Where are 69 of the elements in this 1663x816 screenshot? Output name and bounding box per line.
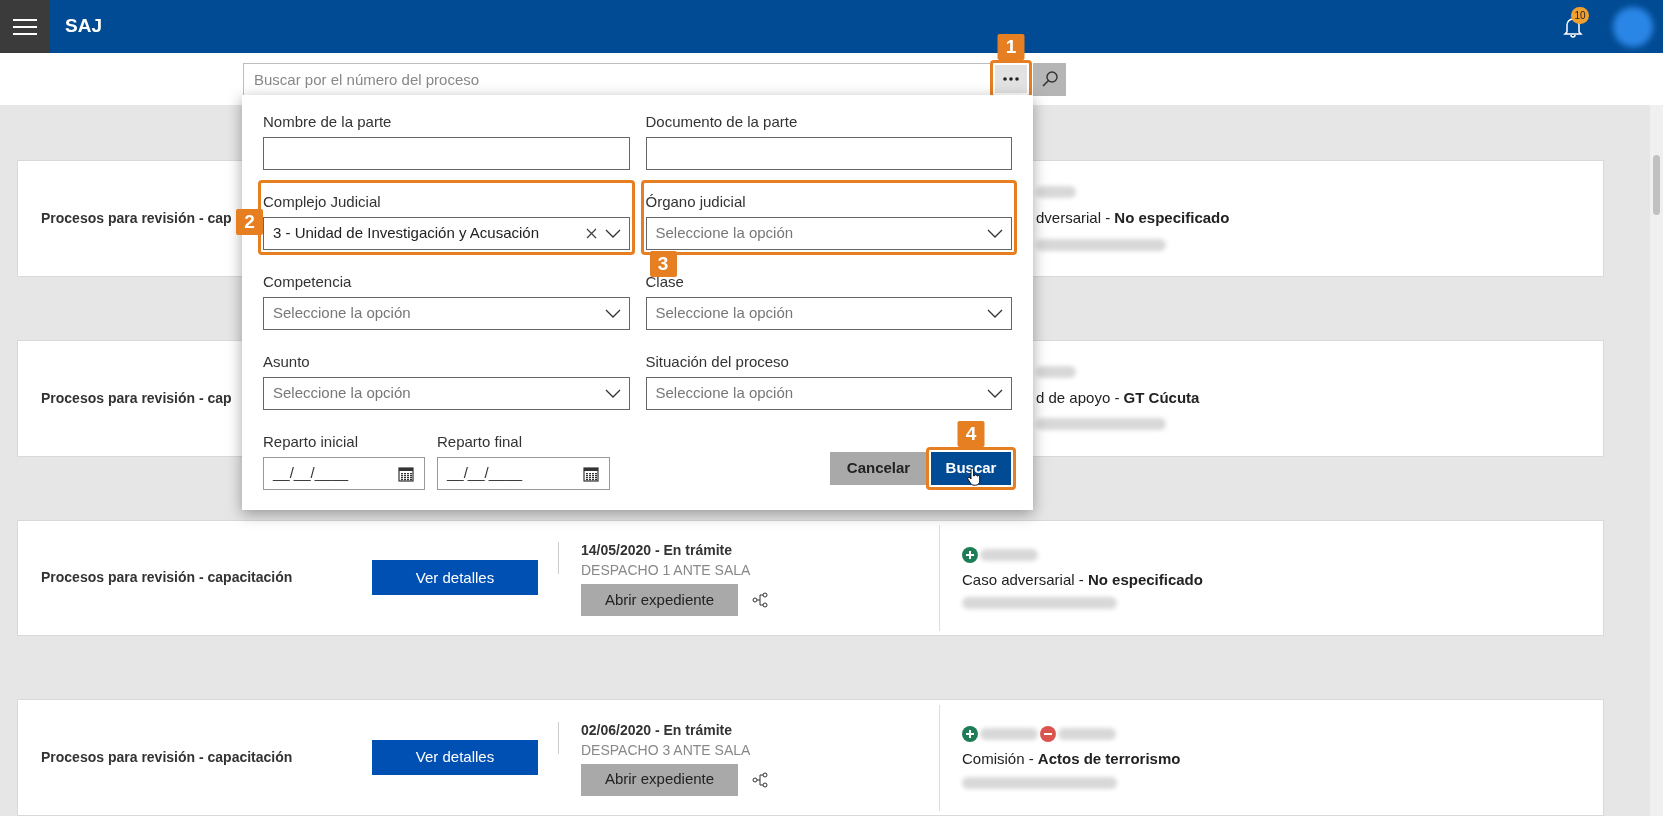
plus-circle-icon [962,546,978,563]
select-field[interactable]: Seleccione la opción [645,217,1012,250]
date-field[interactable]: __/__/____ [437,457,610,490]
field-label: Reparto final [437,432,524,452]
field-label: Asunto [263,352,311,372]
redacted-text [980,728,1038,741]
search-icon [1041,71,1058,87]
field-label: Documento de la parte [645,112,799,132]
select-field[interactable]: Seleccione la opción [263,297,630,330]
date-status-text: 14/05/2020 - En trámite [581,540,733,560]
details-button[interactable]: Ver detalles [372,740,538,776]
notification-badge: 10 [1571,6,1589,24]
field-label: Órgano judicial [645,192,747,212]
select-field[interactable]: Seleccione la opción [645,377,1012,410]
select-field[interactable]: Seleccione la opción [263,377,630,410]
chevron-down-icon [987,309,1003,318]
cancel-button[interactable]: Cancelar [830,452,927,485]
date-field[interactable]: __/__/____ [263,457,425,490]
case-type-text: Comisión - Actos de terrorismo [962,749,1181,770]
open-file-button[interactable]: Abrir expediente [581,763,738,796]
field-label: Situación del proceso [645,352,790,372]
input-field[interactable] [263,137,630,170]
calendar-icon[interactable] [583,465,599,482]
redacted-text [980,548,1038,561]
open-file-button[interactable]: Abrir expediente [581,583,738,616]
date-status-text: 02/06/2020 - En trámite [581,720,733,740]
callout-badge: 4 [957,421,985,447]
card-title: Procesos para revisión - cap [41,210,232,227]
office-text: DESPACHO 3 ANTE SALA [581,740,752,760]
chevron-down-icon [604,229,621,238]
card-title: Procesos para revisión - capacitación [41,568,294,588]
field-label: Complejo Judicial [263,192,382,212]
callout-badge: 2 [236,209,263,235]
case-type-text: d de apoyo - GT Cúcuta [1036,387,1200,408]
redacted-text [1036,186,1076,199]
search-field[interactable]: Buscar por el número del proceso [243,62,993,96]
menu-button[interactable] [0,0,50,53]
select-field[interactable]: 3 - Unidad de Investigación y Acusación [263,217,630,250]
calendar-icon[interactable] [398,465,414,482]
plus-circle-icon [962,726,978,743]
redacted-text [1036,365,1076,378]
menu-icon [13,18,37,35]
chevron-down-icon [987,229,1003,238]
chevron-down-icon [987,389,1003,398]
case-type-text: Caso adversarial - No especificado [962,569,1203,590]
more-icon [1003,77,1019,81]
card-title: Procesos para revisión - cap [41,390,232,407]
field-label: Nombre de la parte [263,112,393,132]
minus-circle-icon [1040,726,1056,743]
details-button[interactable]: Ver detalles [372,560,538,596]
field-label: Reparto inicial [263,432,360,452]
chevron-down-icon [604,309,621,318]
callout-badge: 3 [649,251,677,277]
chevron-down-icon [604,389,621,398]
select-field[interactable]: Seleccione la opción [645,297,1012,330]
callout-badge: 1 [997,34,1025,60]
hierarchy-icon[interactable] [752,771,768,788]
office-text: DESPACHO 1 ANTE SALA [581,560,752,580]
card-title: Procesos para revisión - capacitación [41,748,294,768]
app-title: SAJ [65,14,102,39]
input-field[interactable] [645,137,1012,170]
search-submit-button[interactable]: Buscar [931,452,1011,485]
search-button[interactable] [1033,62,1066,96]
close-icon[interactable] [585,228,597,239]
scrollbar[interactable] [1650,105,1663,816]
hierarchy-icon[interactable] [752,591,768,608]
case-type-text: dversarial - No especificado [1036,208,1230,229]
field-label: Competencia [263,272,353,292]
redacted-text [1058,728,1116,741]
